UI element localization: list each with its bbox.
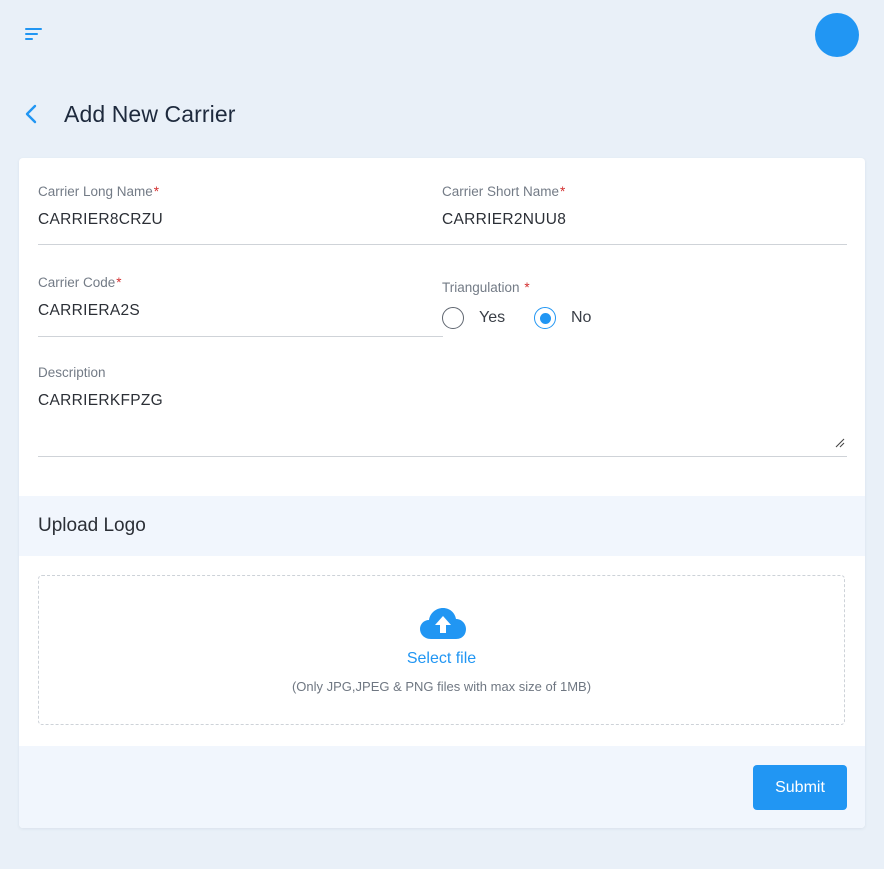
short-name-underline bbox=[442, 244, 847, 245]
short-name-label: Carrier Short Name* bbox=[442, 184, 566, 199]
radio-label-no: No bbox=[571, 309, 592, 326]
short-name-input[interactable]: CARRIER2NUU8 bbox=[442, 211, 842, 229]
page-header: Add New Carrier bbox=[24, 96, 236, 132]
description-field[interactable]: Description CARRIERKFPZG bbox=[38, 365, 838, 410]
triangulation-yes-radio[interactable]: Yes bbox=[442, 307, 505, 329]
code-underline bbox=[38, 336, 443, 337]
long-name-underline bbox=[38, 244, 443, 245]
long-name-field[interactable]: Carrier Long Name* CARRIER8CRZU bbox=[38, 184, 438, 229]
avatar[interactable] bbox=[815, 13, 859, 57]
select-file-link[interactable]: Select file bbox=[39, 650, 844, 668]
long-name-input[interactable]: CARRIER8CRZU bbox=[38, 211, 438, 229]
submit-button[interactable]: Submit bbox=[753, 765, 847, 810]
short-name-field[interactable]: Carrier Short Name* CARRIER2NUU8 bbox=[442, 184, 842, 229]
code-input[interactable]: CARRIERA2S bbox=[38, 302, 438, 320]
description-underline bbox=[38, 456, 847, 457]
upload-hint-text: (Only JPG,JPEG & PNG files with max size… bbox=[291, 679, 592, 694]
upload-section-header bbox=[19, 496, 865, 556]
description-label: Description bbox=[38, 365, 106, 380]
radio-unchecked-icon bbox=[442, 307, 464, 329]
required-marker: * bbox=[116, 275, 122, 290]
code-label: Carrier Code* bbox=[38, 275, 122, 290]
form-footer bbox=[19, 746, 865, 828]
file-dropzone[interactable]: Select file (Only JPG,JPEG & PNG files w… bbox=[38, 575, 845, 725]
cloud-upload-icon bbox=[419, 606, 467, 642]
upload-logo-title: Upload Logo bbox=[38, 515, 146, 536]
required-marker: * bbox=[560, 184, 566, 199]
resize-handle-icon[interactable] bbox=[835, 435, 845, 448]
chevron-left-icon bbox=[25, 104, 37, 124]
long-name-label: Carrier Long Name* bbox=[38, 184, 160, 199]
back-button[interactable] bbox=[24, 99, 46, 129]
radio-label-yes: Yes bbox=[479, 309, 506, 326]
radio-checked-icon bbox=[534, 307, 556, 329]
code-field[interactable]: Carrier Code* CARRIERA2S bbox=[38, 275, 438, 320]
triangulation-label: Triangulation * bbox=[442, 280, 530, 295]
description-textarea[interactable]: CARRIERKFPZG bbox=[38, 392, 838, 410]
required-marker: * bbox=[524, 280, 530, 295]
triangulation-field: Triangulation * bbox=[442, 280, 530, 295]
triangulation-no-radio[interactable]: No bbox=[534, 307, 591, 329]
page-title: Add New Carrier bbox=[64, 100, 236, 127]
carrier-form-card: Carrier Long Name* CARRIER8CRZU Carrier … bbox=[19, 158, 865, 828]
menu-icon[interactable] bbox=[24, 26, 46, 42]
required-marker: * bbox=[153, 184, 160, 199]
